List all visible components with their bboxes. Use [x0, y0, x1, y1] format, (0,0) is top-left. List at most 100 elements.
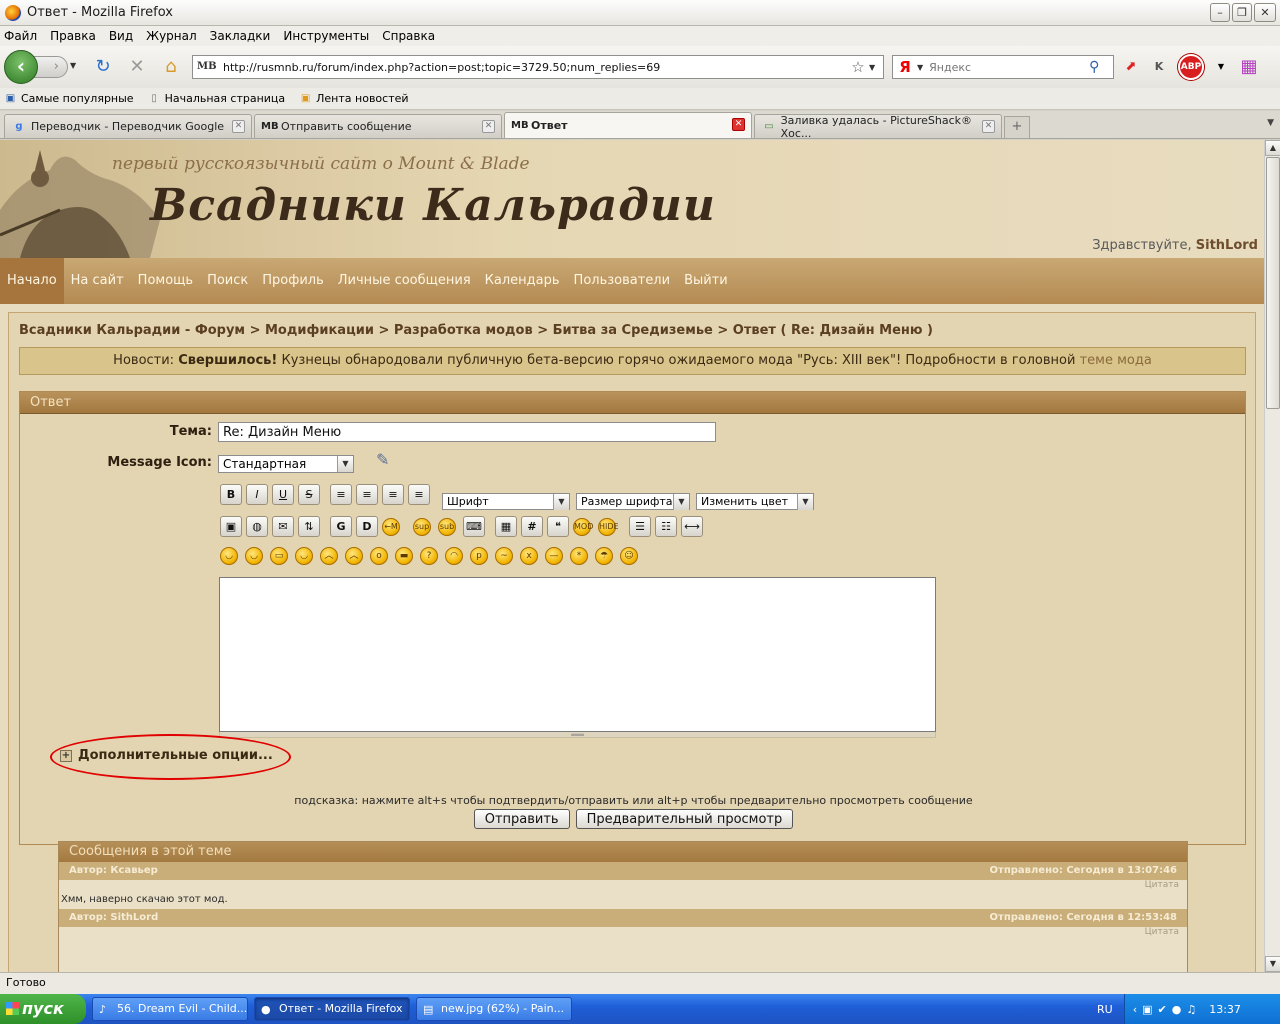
site-logo-text[interactable]: Всадники Кальрадии	[150, 180, 716, 231]
taskbar-paint[interactable]: ▤ new.jpg (62%) - Pain...	[416, 997, 572, 1021]
insert-email-icon[interactable]: ✉	[272, 516, 294, 537]
resize-handle[interactable]: ═══	[219, 732, 936, 739]
tab-pictureshack[interactable]: ▭ Заливка удалась - PictureShack® Хос...…	[754, 114, 1002, 140]
subscript-icon[interactable]: sub	[438, 517, 456, 536]
smiley-icon[interactable]: ◡	[220, 547, 238, 565]
bookmark-start-page[interactable]: ▯ Начальная страница	[148, 92, 285, 105]
search-bar[interactable]: Я ▼ ⚲	[892, 55, 1114, 79]
move-text-icon[interactable]: ←M	[382, 517, 400, 536]
tab-google-translate[interactable]: g Переводчик - Переводчик Google ✕	[4, 114, 252, 138]
search-engine-dropdown-icon[interactable]: ▼	[917, 63, 923, 72]
insert-code-icon[interactable]: #	[521, 516, 543, 537]
nav-search[interactable]: Поиск	[200, 258, 255, 304]
quote-link[interactable]: Цитата	[59, 880, 1187, 894]
shocked-smiley-icon[interactable]: o	[370, 547, 388, 565]
undecided-smiley-icon[interactable]: —	[545, 547, 563, 565]
cheesy-smiley-icon[interactable]: ▭	[270, 547, 288, 565]
network-icon[interactable]: ▣	[1142, 1003, 1152, 1016]
lipsrsealed-smiley-icon[interactable]: x	[520, 547, 538, 565]
nav-profile[interactable]: Профиль	[255, 258, 331, 304]
menu-view[interactable]: Вид	[109, 29, 133, 43]
close-tab-icon[interactable]: ✕	[982, 120, 995, 133]
align-right-icon[interactable]: ≡	[408, 484, 430, 505]
addon-k-icon[interactable]: K	[1148, 56, 1170, 78]
strikethrough-button[interactable]: S	[298, 484, 320, 505]
post-author[interactable]: Автор: SithLord	[69, 909, 158, 927]
italic-button[interactable]: I	[246, 484, 268, 505]
insert-ftp-icon[interactable]: ⇅	[298, 516, 320, 537]
nav-logout[interactable]: Выйти	[677, 258, 735, 304]
teletype-icon[interactable]: ⌨	[463, 516, 485, 537]
address-bar[interactable]: MB http://rusmnb.ru/forum/index.php?acti…	[192, 55, 884, 79]
insert-image-icon[interactable]: ▣	[220, 516, 242, 537]
shadow-d-icon[interactable]: D	[356, 516, 378, 537]
nav-site[interactable]: На сайт	[64, 258, 131, 304]
align-left-icon[interactable]: ≡	[356, 484, 378, 505]
grin-smiley-icon[interactable]: ◡	[295, 547, 313, 565]
align-center-icon[interactable]: ≡	[382, 484, 404, 505]
antivirus-icon[interactable]: ✔	[1158, 1003, 1167, 1016]
nav-home[interactable]: Начало	[0, 258, 64, 304]
post-author[interactable]: Автор: Ксавьер	[69, 862, 158, 880]
menu-file[interactable]: Файл	[4, 29, 37, 43]
insert-table-icon[interactable]: ▦	[495, 516, 517, 537]
bookmark-most-visited[interactable]: ▣ Самые популярные	[4, 92, 134, 105]
scroll-down-icon[interactable]: ▼	[1265, 956, 1280, 972]
addon-arrow-icon[interactable]: ⬈	[1120, 56, 1142, 78]
url-dropdown-icon[interactable]: ▼	[869, 63, 883, 72]
taskbar-media-player[interactable]: ♪ 56. Dream Evil - Child...	[92, 997, 248, 1021]
message-textarea[interactable]	[219, 577, 936, 732]
nav-help[interactable]: Помощь	[131, 258, 200, 304]
moderator-tag-icon[interactable]: MOD	[573, 517, 593, 536]
angry-smiley-icon[interactable]: ︿	[320, 547, 338, 565]
bookmark-star-icon[interactable]: ☆	[847, 58, 869, 76]
volume-icon[interactable]: ♫	[1186, 1003, 1196, 1016]
menu-history[interactable]: Журнал	[146, 29, 197, 43]
thumbs-smiley-icon[interactable]: ☺	[620, 547, 638, 565]
close-tab-icon[interactable]: ✕	[482, 120, 495, 133]
kiss-smiley-icon[interactable]: *	[570, 547, 588, 565]
preview-button[interactable]: Предварительный просмотр	[575, 809, 794, 829]
nav-calendar[interactable]: Календарь	[478, 258, 567, 304]
insert-link-icon[interactable]: ◍	[246, 516, 268, 537]
menu-tools[interactable]: Инструменты	[283, 29, 369, 43]
cool-smiley-icon[interactable]: ▬	[395, 547, 413, 565]
language-indicator[interactable]: RU	[1097, 1003, 1113, 1016]
search-input[interactable]	[929, 60, 1090, 74]
tab-reply[interactable]: MB Ответ ✕	[504, 112, 752, 138]
huh-smiley-icon[interactable]: ?	[420, 547, 438, 565]
wink-smiley-icon[interactable]: ◡	[245, 547, 263, 565]
font-size-select[interactable]: Размер шрифта ▼	[576, 493, 690, 510]
close-tab-icon[interactable]: ✕	[732, 118, 745, 131]
username-link[interactable]: SithLord	[1196, 238, 1258, 253]
breadcrumb[interactable]: Всадники Кальрадии - Форум > Модификации…	[19, 323, 933, 338]
hide-tag-icon[interactable]: HIDE	[598, 517, 619, 536]
font-select[interactable]: Шрифт ▼	[442, 493, 570, 510]
start-button[interactable]: пуск	[0, 994, 86, 1024]
messenger-icon[interactable]: ●	[1172, 1003, 1182, 1016]
addon-grid-icon[interactable]: ▦	[1238, 56, 1260, 78]
home-icon[interactable]: ⌂	[160, 56, 182, 78]
stop-icon[interactable]: ✕	[126, 56, 148, 78]
tab-send-message[interactable]: MB Отправить сообщение ✕	[254, 114, 502, 138]
embarrassed-smiley-icon[interactable]: ~	[495, 547, 513, 565]
menu-edit[interactable]: Правка	[50, 29, 96, 43]
numbered-list-icon[interactable]: ☷	[655, 516, 677, 537]
adblock-plus-icon[interactable]: ABP	[1178, 54, 1204, 80]
subject-input[interactable]	[218, 422, 716, 442]
adblock-dropdown-icon[interactable]: ▼	[1210, 56, 1232, 78]
back-button[interactable]: ‹	[4, 50, 38, 84]
bold-button[interactable]: B	[220, 484, 242, 505]
page-scrollbar[interactable]: ▲ ▼	[1264, 140, 1280, 972]
font-color-select[interactable]: Изменить цвет ▼	[696, 493, 814, 510]
minimize-button[interactable]: –	[1210, 3, 1230, 22]
menu-bookmarks[interactable]: Закладки	[210, 29, 271, 43]
shadow-text-icon[interactable]: ≡	[330, 484, 352, 505]
additional-options-toggle[interactable]: + Дополнительные опции...	[60, 748, 273, 763]
bookmark-news-feed[interactable]: ▣ Лента новостей	[299, 92, 409, 105]
scroll-up-icon[interactable]: ▲	[1265, 140, 1280, 156]
insert-quote-icon[interactable]: ❝	[547, 516, 569, 537]
superscript-icon[interactable]: sup	[413, 517, 431, 536]
history-dropdown-icon[interactable]: ▼	[70, 61, 76, 70]
new-tab-button[interactable]: +	[1004, 116, 1030, 138]
